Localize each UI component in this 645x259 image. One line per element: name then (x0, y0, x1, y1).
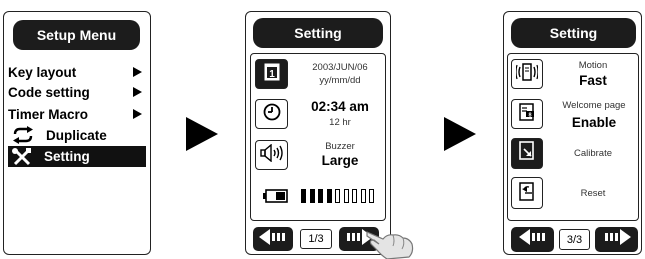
menu-item-setting[interactable]: Setting (8, 146, 146, 167)
battery-segment (352, 189, 357, 203)
left-arrow-icon (259, 228, 287, 250)
calibrate-button[interactable] (511, 138, 543, 169)
setting-title: Setting (253, 18, 383, 48)
reset-icon (516, 180, 538, 207)
calendar-icon: 1 (262, 62, 282, 87)
menu-item-duplicate[interactable]: Duplicate (8, 125, 146, 145)
date-format: yy/mm/dd (319, 75, 361, 86)
clock-icon (262, 102, 282, 127)
battery-segment (318, 189, 323, 203)
date-value: 2003/JUN/06 (312, 62, 368, 73)
menu-item-label: Key layout (8, 64, 77, 80)
buzzer-value: Large (321, 153, 359, 168)
submenu-arrow-icon (133, 67, 142, 77)
setting-screen-page1: Setting 1 2003/JUN/06 yy/mm/dd 02:34 am … (245, 11, 391, 255)
calendar-button[interactable]: 1 (255, 59, 288, 89)
pointing-hand-icon (365, 222, 415, 259)
buzzer-button[interactable] (255, 140, 288, 170)
setting-screen-page3: Setting Motion Fast 8 Welcome page Enabl… (503, 11, 642, 255)
battery-segment (309, 189, 315, 203)
time-format: 12 hr (329, 117, 351, 128)
motion-label: Motion (578, 60, 608, 71)
tools-icon (12, 147, 32, 166)
setup-menu-title: Setup Menu (13, 20, 140, 50)
welcome-page-value: Enable (571, 115, 617, 130)
duplicate-arrows-icon (12, 126, 34, 144)
flow-arrow-icon (186, 117, 218, 151)
setting-title: Setting (511, 18, 636, 48)
submenu-arrow-icon (133, 109, 142, 119)
battery-segment (301, 189, 306, 203)
reset-button[interactable] (511, 177, 543, 209)
menu-item-code-setting[interactable]: Code setting (8, 82, 146, 102)
menu-item-key-layout[interactable]: Key layout (8, 62, 146, 82)
battery-segment (343, 189, 349, 203)
motion-button[interactable] (511, 59, 543, 89)
setup-menu-screen: Setup Menu Key layout Code setting Timer… (3, 11, 151, 255)
reset-label: Reset (580, 188, 606, 199)
menu-item-label: Timer Macro (8, 106, 89, 122)
next-page-button[interactable] (595, 227, 638, 252)
motion-icon (515, 62, 539, 87)
svg-text:1: 1 (269, 69, 275, 80)
svg-text:8: 8 (528, 112, 531, 118)
battery-segment (335, 189, 340, 203)
menu-item-timer-macro[interactable]: Timer Macro (8, 104, 146, 124)
clock-button[interactable] (255, 99, 288, 129)
motion-value: Fast (579, 73, 607, 88)
right-arrow-icon (603, 229, 631, 250)
battery-segment (369, 189, 374, 203)
calibrate-icon (517, 140, 537, 167)
menu-item-label: Duplicate (46, 127, 107, 143)
welcome-page-label: Welcome page (562, 100, 626, 111)
menu-item-label: Setting (44, 149, 90, 164)
submenu-arrow-icon (133, 87, 142, 97)
prev-page-button[interactable] (253, 227, 293, 251)
buzzer-label: Buzzer (325, 141, 355, 152)
calibrate-label: Calibrate (573, 148, 613, 159)
menu-item-label: Code setting (8, 84, 90, 100)
page-indicator: 3/3 (559, 229, 590, 250)
battery-level-bar (301, 189, 381, 203)
page-indicator: 1/3 (300, 229, 332, 249)
speaker-icon (259, 143, 284, 167)
battery-icon (263, 189, 289, 203)
time-value: 02:34 am (311, 99, 369, 114)
battery-segment (360, 189, 366, 203)
prev-page-button[interactable] (511, 227, 554, 252)
left-arrow-icon (518, 229, 547, 250)
welcome-page-button[interactable]: 8 (511, 99, 543, 129)
flow-arrow-icon (444, 117, 476, 151)
battery-segment (326, 189, 332, 203)
welcome-page-icon: 8 (517, 102, 537, 127)
